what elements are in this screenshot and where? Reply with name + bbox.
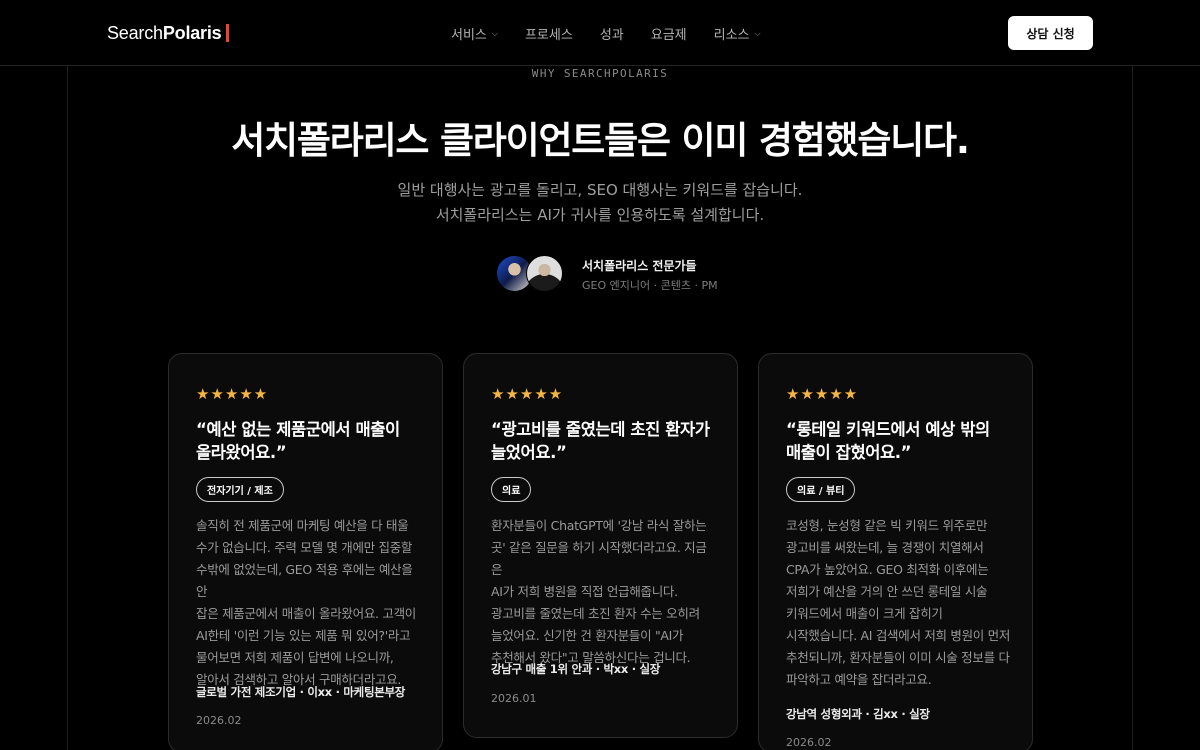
- menu-item-label: 요금제: [650, 28, 687, 43]
- industry-tag: 전자기기 / 제조: [196, 477, 284, 502]
- team-avatars: [496, 255, 566, 293]
- chevron-down-icon: ⌵: [491, 28, 498, 38]
- testimonial-body: 환자분들이 ChatGPT에 '강남 라식 잘하는 곳' 같은 질문을 하기 시…: [491, 518, 707, 665]
- menu-item-resources[interactable]: 리소스 ⌵: [714, 24, 761, 43]
- menu-item-results[interactable]: 성과: [600, 24, 624, 43]
- testimonial-date: 2026.02: [196, 714, 242, 727]
- testimonial-card: ★★★★★ “예산 없는 제품군에서 매출이 올라왔어요.” 전자기기 / 제조…: [168, 353, 443, 750]
- menu-item-process[interactable]: 프로세스: [525, 24, 573, 43]
- avatar: [526, 255, 563, 292]
- testimonial-author: 강남역 성형외과 · 김xx · 실장: [786, 707, 930, 721]
- menu-item-label: 서비스: [451, 28, 487, 43]
- menu-item-pricing[interactable]: 요금제: [651, 24, 687, 43]
- top-navigation: Search Polaris 서비스 ⌵ 프로세스 성과 요금제 리소스 ⌵ 상담 신…: [0, 0, 1200, 66]
- section-frame-right-line: [1132, 66, 1133, 750]
- section-subtitle-line2: 서치폴라리스는 AI가 귀사를 인용하도록 설계합니다.: [435, 206, 765, 224]
- logo[interactable]: Search Polaris: [107, 21, 230, 45]
- consultation-request-button[interactable]: 상담 신청: [1008, 16, 1093, 50]
- section-title: 서치폴라리스 클라이언트들은 이미 경험했습니다.: [231, 119, 970, 162]
- chevron-down-icon: ⌵: [754, 28, 761, 38]
- industry-tag: 의료: [491, 477, 532, 502]
- star-rating-icon: ★★★★★: [786, 385, 859, 403]
- star-rating-icon: ★★★★★: [196, 385, 269, 403]
- logo-accent-bar: [226, 24, 230, 42]
- testimonial-author: 글로벌 가전 제조기업 · 이xx · 마케팅본부장: [196, 685, 406, 699]
- logo-text-regular: Search: [107, 22, 163, 43]
- testimonial-card: ★★★★★ “롱테일 키워드에서 예상 밖의 매출이 잡혔어요.” 의료 / 뷰…: [758, 353, 1033, 750]
- main-menu: 서비스 ⌵ 프로세스 성과 요금제 리소스 ⌵: [451, 24, 788, 43]
- testimonial-date: 2026.02: [786, 736, 832, 749]
- menu-item-label: 성과: [599, 28, 624, 43]
- testimonial-quote: “예산 없는 제품군에서 매출이 올라왔어요.”: [196, 420, 400, 462]
- menu-item-label: 리소스: [713, 28, 750, 43]
- testimonial-quote: “광고비를 줄였는데 초진 환자가 늘었어요.”: [491, 420, 710, 462]
- menu-item-services[interactable]: 서비스 ⌵: [451, 24, 498, 43]
- logo-text-bold: Polaris: [162, 22, 222, 43]
- testimonial-date: 2026.01: [491, 692, 537, 705]
- menu-item-label: 프로세스: [524, 28, 573, 43]
- testimonial-body: 솔직히 전 제품군에 마케팅 예산을 다 태울 수가 없습니다. 주력 모델 몇…: [196, 518, 416, 687]
- star-rating-icon: ★★★★★: [491, 385, 564, 403]
- section-subtitle-line1: 일반 대행사는 광고를 돌리고, SEO 대행사는 키워드를 잡습니다.: [397, 181, 803, 199]
- testimonial-author: 강남구 매출 1위 안과 · 박xx · 실장: [491, 662, 661, 676]
- section-frame-left-line: [67, 66, 68, 750]
- section-eyebrow: WHY SEARCHPOLARIS: [531, 67, 669, 80]
- team-roles: GEO 엔지니어 · 콘텐츠 · PM: [582, 279, 718, 292]
- testimonial-card: ★★★★★ “광고비를 줄였는데 초진 환자가 늘었어요.” 의료 환자분들이 …: [463, 353, 738, 738]
- testimonial-body: 코성형, 눈성형 같은 빅 키워드 위주로만 광고비를 써왔는데, 늘 경쟁이 …: [786, 518, 1011, 687]
- team-name: 서치폴라리스 전문가들: [582, 259, 697, 273]
- testimonial-quote: “롱테일 키워드에서 예상 밖의 매출이 잡혔어요.”: [786, 420, 990, 462]
- industry-tag: 의료 / 뷰티: [786, 477, 856, 502]
